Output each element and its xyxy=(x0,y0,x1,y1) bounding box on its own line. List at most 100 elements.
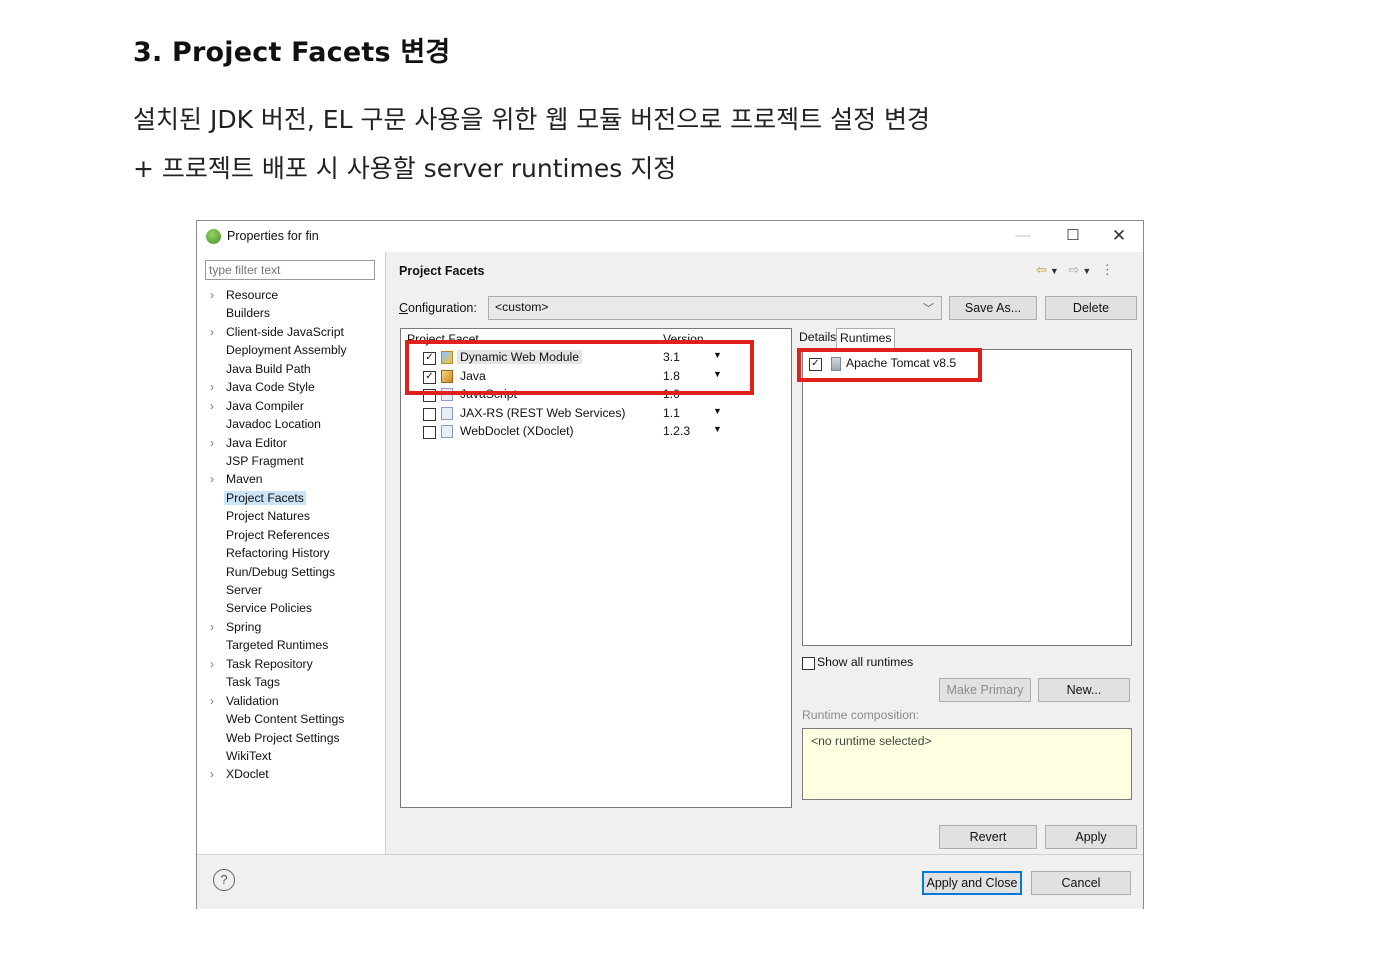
tree-item[interactable]: › Java Compiler xyxy=(205,397,347,415)
tree-item[interactable]: Targeted Runtimes xyxy=(205,636,347,654)
apply-label: Apply xyxy=(1075,830,1107,844)
facet-row[interactable]: JAX-RS (REST Web Services) 1.1 ▼ xyxy=(401,405,791,424)
file-icon xyxy=(441,406,453,420)
tree-item[interactable]: › Maven xyxy=(205,470,347,488)
doc-heading: 3. Project Facets 변경 xyxy=(133,37,451,68)
facet-version[interactable]: 1.1 xyxy=(663,406,680,420)
tree-item[interactable]: Javadoc Location xyxy=(205,415,347,433)
tree-item-label: Task Tags xyxy=(226,675,280,690)
tree-item-label: Refactoring History xyxy=(226,546,330,561)
tree-item[interactable]: › Validation xyxy=(205,692,347,710)
view-menu-icon[interactable]: ⋮ xyxy=(1101,262,1117,277)
tree-item[interactable]: › XDoclet xyxy=(205,765,347,783)
delete-button[interactable]: Delete xyxy=(1045,296,1137,320)
forward-menu-icon[interactable]: ▼ xyxy=(1082,266,1094,276)
back-menu-icon[interactable]: ▼ xyxy=(1050,266,1062,276)
doc-line-1: 설치된 JDK 버전, EL 구문 사용을 위한 웹 모듈 버전으로 프로젝트 … xyxy=(133,105,931,134)
help-icon[interactable]: ? xyxy=(213,869,235,891)
tree-item[interactable]: › Client-side JavaScript xyxy=(205,323,347,341)
dialog-title: Properties for fin xyxy=(227,229,319,243)
apply-and-close-button[interactable]: Apply and Close xyxy=(922,871,1022,895)
facet-version[interactable]: 1.2.3 xyxy=(663,424,690,438)
expand-arrow-icon[interactable]: › xyxy=(210,378,214,396)
tree-item[interactable]: Project References xyxy=(205,526,347,544)
expand-arrow-icon[interactable]: › xyxy=(210,286,214,304)
save-as-button[interactable]: Save As... xyxy=(949,296,1037,320)
tree-item-label: Run/Debug Settings xyxy=(226,564,336,579)
tree-item[interactable]: Refactoring History xyxy=(205,544,347,562)
tree-item-label: Java Build Path xyxy=(226,361,311,376)
tree-item[interactable]: Builders xyxy=(205,304,347,322)
tree-item[interactable]: › Resource xyxy=(205,286,347,304)
tab-details[interactable]: Details xyxy=(796,328,839,348)
tree-item[interactable]: Project Natures xyxy=(205,507,347,525)
expand-arrow-icon[interactable]: › xyxy=(210,692,214,710)
delete-label: Delete xyxy=(1072,301,1110,315)
tree-item[interactable]: Server xyxy=(205,581,347,599)
facet-row[interactable]: WebDoclet (XDoclet) 1.2.3 ▼ xyxy=(401,423,791,442)
tree-item-label: Server xyxy=(226,583,262,597)
facet-checkbox[interactable] xyxy=(423,407,436,421)
facet-checkbox[interactable] xyxy=(423,426,436,439)
tree-item[interactable]: › Spring xyxy=(205,618,347,636)
title-bar[interactable]: Properties for fin — ☐ ✕ xyxy=(197,221,1143,252)
tree-item[interactable]: Deployment Assembly xyxy=(205,341,347,359)
tree-item[interactable]: › Task Repository xyxy=(205,655,347,673)
highlight-runtime xyxy=(797,348,982,382)
expand-arrow-icon[interactable]: › xyxy=(210,397,214,415)
expand-arrow-icon[interactable]: › xyxy=(210,655,214,673)
back-arrow-icon[interactable]: ⇦ xyxy=(1036,262,1050,277)
tab-runtimes[interactable]: Runtimes xyxy=(836,328,896,348)
runtime-composition-value: <no runtime selected> xyxy=(811,734,932,748)
apply-and-close-label: Apply and Close xyxy=(926,876,1018,890)
maximize-button[interactable]: ☐ xyxy=(1063,226,1083,246)
tree-item[interactable]: WikiText xyxy=(205,747,347,765)
minimize-button[interactable]: — xyxy=(1013,226,1033,246)
make-primary-button[interactable]: Make Primary xyxy=(939,678,1031,702)
tree-item[interactable]: Task Tags xyxy=(205,673,347,691)
cancel-button[interactable]: Cancel xyxy=(1031,871,1131,895)
tree-item[interactable]: Project Facets xyxy=(205,489,347,507)
tree-item-label: Deployment Assembly xyxy=(226,343,347,358)
expand-arrow-icon[interactable]: › xyxy=(210,618,214,636)
tree-item[interactable]: Run/Debug Settings xyxy=(205,563,347,581)
facet-name: JAX-RS (REST Web Services) xyxy=(460,405,626,420)
version-dropdown-icon[interactable]: ▼ xyxy=(713,406,722,416)
tree-item[interactable]: › Java Code Style xyxy=(205,378,347,396)
tree-item-label: WikiText xyxy=(226,748,272,763)
new-runtime-label: New... xyxy=(1066,683,1102,697)
tree-item[interactable]: › Java Editor xyxy=(205,434,347,452)
close-button[interactable]: ✕ xyxy=(1109,226,1129,246)
doc-line-2: + 프로젝트 배포 시 사용할 server runtimes 지정 xyxy=(133,154,677,183)
tree-item-label: Javadoc Location xyxy=(226,417,321,432)
configuration-select[interactable]: <custom> ﹀ xyxy=(488,296,942,320)
version-dropdown-icon[interactable]: ▼ xyxy=(713,424,722,434)
tree-item-label: Task Repository xyxy=(226,656,313,671)
expand-arrow-icon[interactable]: › xyxy=(210,765,214,783)
tree-item-label: Service Policies xyxy=(226,601,313,616)
new-runtime-button[interactable]: New... xyxy=(1038,678,1130,702)
chevron-down-icon: ﹀ xyxy=(923,303,934,315)
configuration-label: Configuration: xyxy=(399,301,477,315)
expand-arrow-icon[interactable]: › xyxy=(210,470,214,488)
properties-dialog: Properties for fin — ☐ ✕ › Resource Builde… xyxy=(196,220,1144,909)
expand-arrow-icon[interactable]: › xyxy=(210,323,214,341)
apply-button[interactable]: Apply xyxy=(1045,825,1137,849)
expand-arrow-icon[interactable]: › xyxy=(210,434,214,452)
tree-item[interactable]: Service Policies xyxy=(205,599,347,617)
history-nav: ⇦▼ ⇨▼ ⋮ xyxy=(1036,262,1117,278)
tree-item[interactable]: Web Project Settings xyxy=(205,729,347,747)
tree-item-label: Web Content Settings xyxy=(226,712,345,727)
tree-item-label: Project Natures xyxy=(226,509,310,524)
tree-item[interactable]: JSP Fragment xyxy=(205,452,347,470)
tree-item[interactable]: Web Content Settings xyxy=(205,710,347,728)
tree-item[interactable]: Java Build Path xyxy=(205,360,347,378)
tree-item-label: JSP Fragment xyxy=(226,453,304,468)
revert-button[interactable]: Revert xyxy=(939,825,1037,849)
forward-arrow-icon[interactable]: ⇨ xyxy=(1068,262,1082,277)
project-facets-page: Project Facets ⇦▼ ⇨▼ ⋮ Configuration: <c… xyxy=(386,252,1143,854)
tree-item-label: Project Facets xyxy=(224,490,306,505)
tree-item-label: Targeted Runtimes xyxy=(226,638,329,653)
show-all-checkbox[interactable] xyxy=(802,657,815,670)
filter-input[interactable] xyxy=(205,260,375,280)
